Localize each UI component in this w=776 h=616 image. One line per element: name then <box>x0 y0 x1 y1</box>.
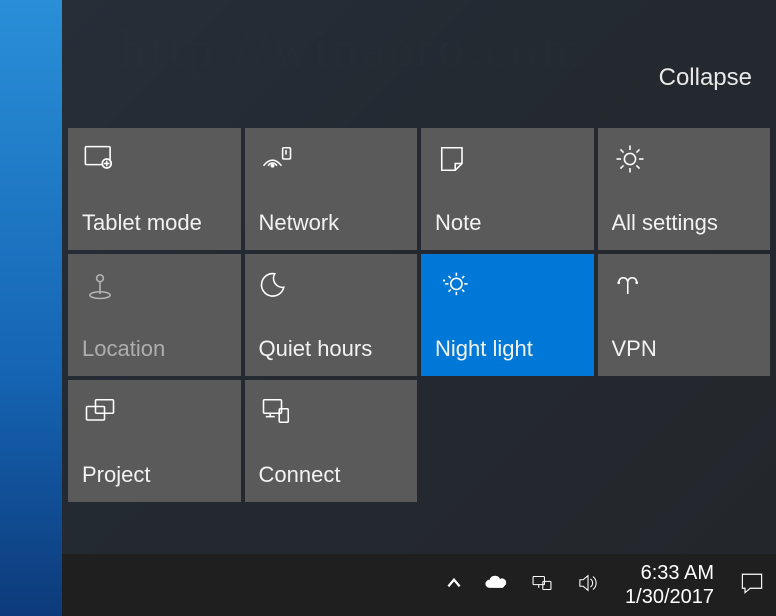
tile-network[interactable]: Network <box>245 128 418 250</box>
tile-label: Tablet mode <box>82 210 227 236</box>
tile-label: Quiet hours <box>259 336 404 362</box>
network-icon <box>259 140 297 178</box>
quick-action-tiles: Tablet mode Network Note All settings Lo <box>62 128 776 502</box>
tile-label: All settings <box>612 210 757 236</box>
project-icon <box>82 392 120 430</box>
vpn-icon <box>612 266 650 304</box>
tile-vpn[interactable]: VPN <box>598 254 771 376</box>
clock-date: 1/30/2017 <box>625 585 714 609</box>
tile-label: Note <box>435 210 580 236</box>
tile-night-light[interactable]: Night light <box>421 254 594 376</box>
action-center-panel: Collapse Tablet mode Network Note All <box>62 0 776 616</box>
onedrive-icon[interactable] <box>483 570 509 601</box>
tray-overflow-icon[interactable] <box>445 574 463 597</box>
taskbar: 6:33 AM 1/30/2017 <box>62 554 776 616</box>
connect-icon <box>259 392 297 430</box>
tile-label: Network <box>259 210 404 236</box>
night-light-icon <box>435 266 473 304</box>
tile-all-settings[interactable]: All settings <box>598 128 771 250</box>
tile-label: Connect <box>259 462 404 488</box>
network-tray-icon[interactable] <box>529 570 555 601</box>
tile-label: Project <box>82 462 227 488</box>
desktop-background-sliver <box>0 0 62 616</box>
action-center-icon[interactable] <box>738 569 766 602</box>
moon-icon <box>259 266 297 304</box>
action-center-header: Collapse <box>62 0 776 128</box>
tile-label: Location <box>82 336 227 362</box>
gear-icon <box>612 140 650 178</box>
taskbar-clock[interactable]: 6:33 AM 1/30/2017 <box>619 561 720 609</box>
tile-location[interactable]: Location <box>68 254 241 376</box>
collapse-button[interactable]: Collapse <box>659 64 752 92</box>
clock-time: 6:33 AM <box>625 561 714 585</box>
tile-label: Night light <box>435 336 580 362</box>
tile-quiet-hours[interactable]: Quiet hours <box>245 254 418 376</box>
tile-project[interactable]: Project <box>68 380 241 502</box>
tile-note[interactable]: Note <box>421 128 594 250</box>
volume-icon[interactable] <box>575 570 601 601</box>
location-icon <box>82 266 120 304</box>
tile-connect[interactable]: Connect <box>245 380 418 502</box>
note-icon <box>435 140 473 178</box>
tile-label: VPN <box>612 336 757 362</box>
system-tray <box>445 570 601 601</box>
tile-tablet-mode[interactable]: Tablet mode <box>68 128 241 250</box>
tablet-mode-icon <box>82 140 120 178</box>
